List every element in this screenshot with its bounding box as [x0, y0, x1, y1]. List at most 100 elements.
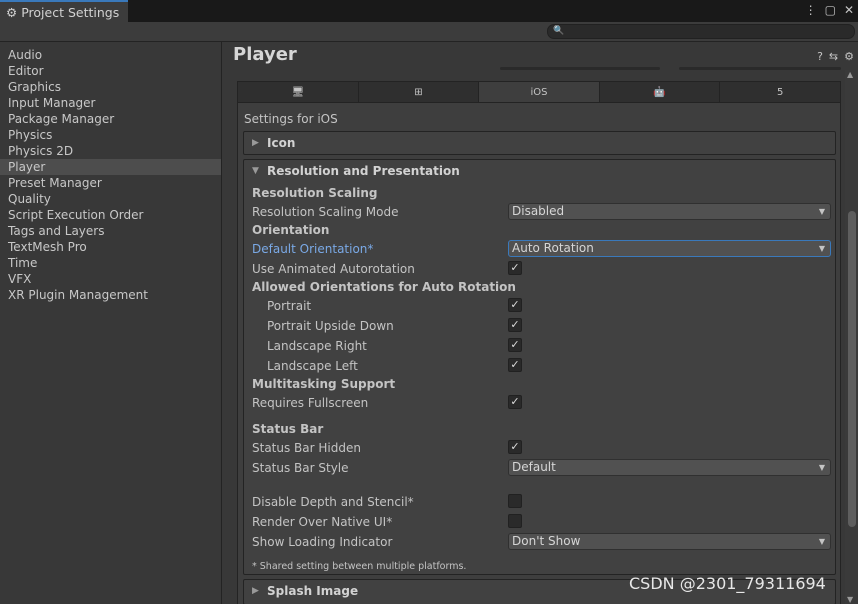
landscape-right-label: Landscape Right [267, 339, 367, 353]
settings-sidebar: Audio Editor Graphics Input Manager Pack… [0, 42, 222, 604]
html5-icon: 5 [776, 86, 784, 98]
status-bar-hidden-label: Status Bar Hidden [252, 441, 361, 455]
scrolled-field-edge [679, 67, 841, 70]
sidebar-item-input-manager[interactable]: Input Manager [0, 95, 221, 111]
tab-ios[interactable]: iOS [479, 82, 600, 102]
help-icon[interactable]: ? [817, 50, 823, 63]
scrollbar-thumb[interactable] [848, 211, 856, 527]
window-controls: ⋮ ▢ ✕ [805, 3, 854, 17]
status-bar-heading: Status Bar [252, 422, 324, 436]
disable-depth-stencil-checkbox[interactable] [508, 494, 522, 508]
gear-icon: ⚙ [6, 4, 18, 20]
close-icon[interactable]: ✕ [844, 3, 854, 17]
search-icon: 🔍 [553, 26, 565, 36]
render-over-native-ui-label: Render Over Native UI* [252, 515, 393, 529]
sidebar-item-quality[interactable]: Quality [0, 191, 221, 207]
portrait-upside-down-checkbox[interactable]: ✓ [508, 318, 522, 332]
requires-fullscreen-label: Requires Fullscreen [252, 396, 369, 410]
resolution-header[interactable]: ▼ Resolution and Presentation [244, 160, 835, 182]
sidebar-item-editor[interactable]: Editor [0, 63, 221, 79]
show-loading-indicator-dropdown[interactable]: Don't Show ▼ [508, 533, 831, 550]
android-icon: 🤖 [653, 86, 666, 98]
resolution-foldout: ▼ Resolution and Presentation Resolution… [243, 159, 836, 575]
collapsed-arrow-icon: ▶ [252, 586, 259, 596]
gear-icon[interactable]: ⚙ [844, 50, 854, 63]
dropdown-value: Don't Show [512, 534, 581, 548]
chevron-down-icon: ▼ [818, 537, 825, 546]
windows-icon: ⊞ [414, 86, 423, 98]
sidebar-item-graphics[interactable]: Graphics [0, 79, 221, 95]
tab-android[interactable]: 🤖 [600, 82, 721, 102]
tab-windows[interactable]: ⊞ [359, 82, 480, 102]
scrolled-field-edge [500, 67, 660, 70]
toolbar: 🔍 [0, 22, 858, 42]
sidebar-item-tags-and-layers[interactable]: Tags and Layers [0, 223, 221, 239]
chevron-down-icon: ▼ [818, 207, 825, 216]
vertical-scrollbar[interactable]: ▲ ▼ [845, 70, 858, 604]
tab-standalone[interactable]: 🖥 [238, 82, 359, 102]
portrait-label: Portrait [267, 299, 312, 313]
settings-for-label: Settings for iOS [244, 112, 338, 126]
animated-autorotation-label: Use Animated Autorotation [252, 262, 415, 276]
player-settings-panel: Player ? ⇆ ⚙ 🖥 ⊞ iOS 🤖 5 Settings for iO… [223, 42, 858, 604]
sidebar-item-audio[interactable]: Audio [0, 47, 221, 63]
tab-webgl[interactable]: 5 [720, 82, 840, 102]
search-input[interactable]: 🔍 [547, 24, 855, 39]
requires-fullscreen-checkbox[interactable]: ✓ [508, 395, 522, 409]
watermark: CSDN @2301_79311694 [629, 574, 826, 593]
default-orientation-label: Default Orientation* [252, 242, 374, 256]
scroll-down-icon[interactable]: ▼ [847, 595, 853, 604]
maximize-icon[interactable]: ▢ [825, 3, 836, 17]
ios-settings: Settings for iOS ▶ Icon ▼ Resolution and… [237, 103, 841, 604]
splash-section-label: Splash Image [267, 584, 359, 598]
sidebar-item-time[interactable]: Time [0, 255, 221, 271]
collapsed-arrow-icon: ▶ [252, 138, 259, 148]
dropdown-value: Auto Rotation [512, 241, 594, 255]
sidebar-item-vfx[interactable]: VFX [0, 271, 221, 287]
status-bar-style-label: Status Bar Style [252, 461, 349, 475]
window-tab-bar: ⚙ Project Settings ⋮ ▢ ✕ [0, 0, 858, 22]
landscape-right-checkbox[interactable]: ✓ [508, 338, 522, 352]
sidebar-item-physics-2d[interactable]: Physics 2D [0, 143, 221, 159]
icon-foldout[interactable]: ▶ Icon [243, 131, 836, 155]
monitor-icon: 🖥 [291, 86, 305, 98]
animated-autorotation-checkbox[interactable]: ✓ [508, 261, 522, 275]
allowed-orientations-heading: Allowed Orientations for Auto Rotation [252, 280, 516, 294]
expanded-arrow-icon: ▼ [252, 166, 259, 176]
landscape-left-label: Landscape Left [267, 359, 358, 373]
chevron-down-icon: ▼ [818, 463, 825, 472]
page-title: Player [233, 44, 297, 65]
status-bar-style-dropdown[interactable]: Default ▼ [508, 459, 831, 476]
kebab-menu-icon[interactable]: ⋮ [805, 3, 817, 17]
presets-icon[interactable]: ⇆ [829, 50, 838, 63]
project-settings-tab[interactable]: ⚙ Project Settings [0, 0, 128, 22]
landscape-left-checkbox[interactable]: ✓ [508, 358, 522, 372]
portrait-checkbox[interactable]: ✓ [508, 298, 522, 312]
sidebar-item-player[interactable]: Player [0, 159, 221, 175]
chevron-down-icon: ▼ [818, 244, 825, 253]
sidebar-item-preset-manager[interactable]: Preset Manager [0, 175, 221, 191]
multitasking-heading: Multitasking Support [252, 377, 396, 391]
tab-title: Project Settings [21, 4, 120, 20]
render-over-native-ui-checkbox[interactable] [508, 514, 522, 528]
scroll-up-icon[interactable]: ▲ [847, 70, 853, 79]
sidebar-item-textmesh-pro[interactable]: TextMesh Pro [0, 239, 221, 255]
sidebar-item-xr-plugin-management[interactable]: XR Plugin Management [0, 287, 221, 303]
resolution-scaling-mode-label: Resolution Scaling Mode [252, 205, 399, 219]
sidebar-item-physics[interactable]: Physics [0, 127, 221, 143]
platform-tabs: 🖥 ⊞ iOS 🤖 5 [237, 81, 841, 103]
sidebar-item-script-execution-order[interactable]: Script Execution Order [0, 207, 221, 223]
dropdown-value: Default [512, 460, 556, 474]
show-loading-indicator-label: Show Loading Indicator [252, 535, 393, 549]
disable-depth-stencil-label: Disable Depth and Stencil* [252, 495, 414, 509]
resolution-section-label: Resolution and Presentation [267, 164, 460, 178]
portrait-upside-down-label: Portrait Upside Down [267, 319, 394, 333]
shared-setting-footnote: * Shared setting between multiple platfo… [252, 561, 467, 572]
default-orientation-dropdown[interactable]: Auto Rotation ▼ [508, 240, 831, 257]
orientation-heading: Orientation [252, 223, 330, 237]
resolution-scaling-mode-dropdown[interactable]: Disabled ▼ [508, 203, 831, 220]
resolution-scaling-heading: Resolution Scaling [252, 186, 378, 200]
status-bar-hidden-checkbox[interactable]: ✓ [508, 440, 522, 454]
dropdown-value: Disabled [512, 204, 565, 218]
sidebar-item-package-manager[interactable]: Package Manager [0, 111, 221, 127]
